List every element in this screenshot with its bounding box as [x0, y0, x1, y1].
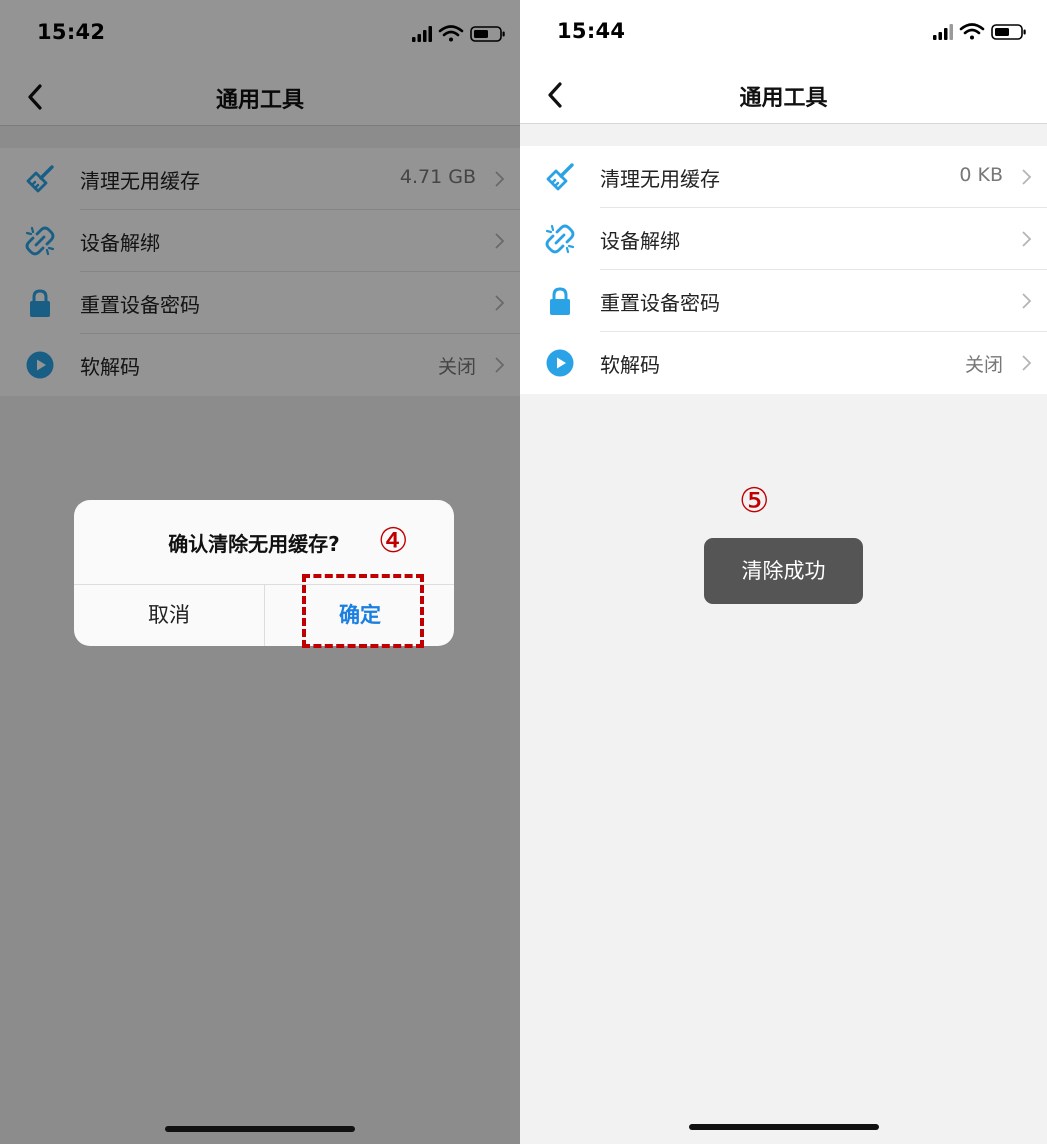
soft-decode-value: 关闭 — [964, 354, 1003, 376]
menu-item-label: 重置设备密码 — [600, 291, 720, 315]
status-icons — [933, 23, 1026, 40]
chevron-right-icon — [1022, 169, 1032, 185]
phone-screen-left: 15:42 通用工具 清理无用缓存 4.71 GB 设备解绑 重置设备密码 软解… — [0, 0, 520, 1144]
nav-bar: 通用工具 — [520, 64, 1047, 124]
status-time: 15:44 — [557, 19, 626, 43]
menu-item-label: 设备解绑 — [600, 229, 680, 253]
menu-item-soft-decode[interactable]: 软解码 关闭 — [520, 332, 1047, 394]
battery-icon — [991, 24, 1026, 40]
signal-icon — [933, 24, 953, 40]
chevron-right-icon — [1022, 231, 1032, 247]
menu-item-label: 软解码 — [600, 353, 660, 377]
wifi-icon — [959, 23, 985, 40]
step-marker-4: ④ — [378, 521, 409, 561]
home-indicator[interactable] — [165, 1126, 355, 1132]
unlink-icon — [545, 224, 575, 254]
page-title: 通用工具 — [739, 86, 828, 111]
chevron-right-icon — [1022, 293, 1032, 309]
cancel-button[interactable]: 取消 — [74, 584, 264, 646]
lock-icon — [550, 287, 570, 315]
menu-item-clear-cache[interactable]: 清理无用缓存 0 KB — [520, 146, 1047, 208]
success-toast: 清除成功 — [704, 538, 863, 604]
confirm-highlight-box — [302, 574, 424, 648]
chevron-right-icon — [1022, 355, 1032, 371]
play-icon — [546, 349, 574, 377]
status-bar: 15:44 — [520, 0, 1047, 64]
broom-icon — [546, 163, 574, 191]
cache-size-value: 0 KB — [959, 164, 1003, 186]
home-indicator[interactable] — [688, 1124, 879, 1130]
step-marker-5: ⑤ — [739, 481, 770, 521]
menu-item-label: 清理无用缓存 — [600, 167, 720, 191]
tools-menu: 清理无用缓存 0 KB 设备解绑 重置设备密码 软解码 关闭 — [520, 146, 1047, 394]
menu-item-reset-password[interactable]: 重置设备密码 — [520, 270, 1047, 332]
menu-item-unbind-device[interactable]: 设备解绑 — [520, 208, 1047, 270]
phone-screen-right: 15:44 通用工具 清理无用缓存 0 KB 设备解绑 重置设备密码 软解码 关… — [520, 0, 1047, 1144]
